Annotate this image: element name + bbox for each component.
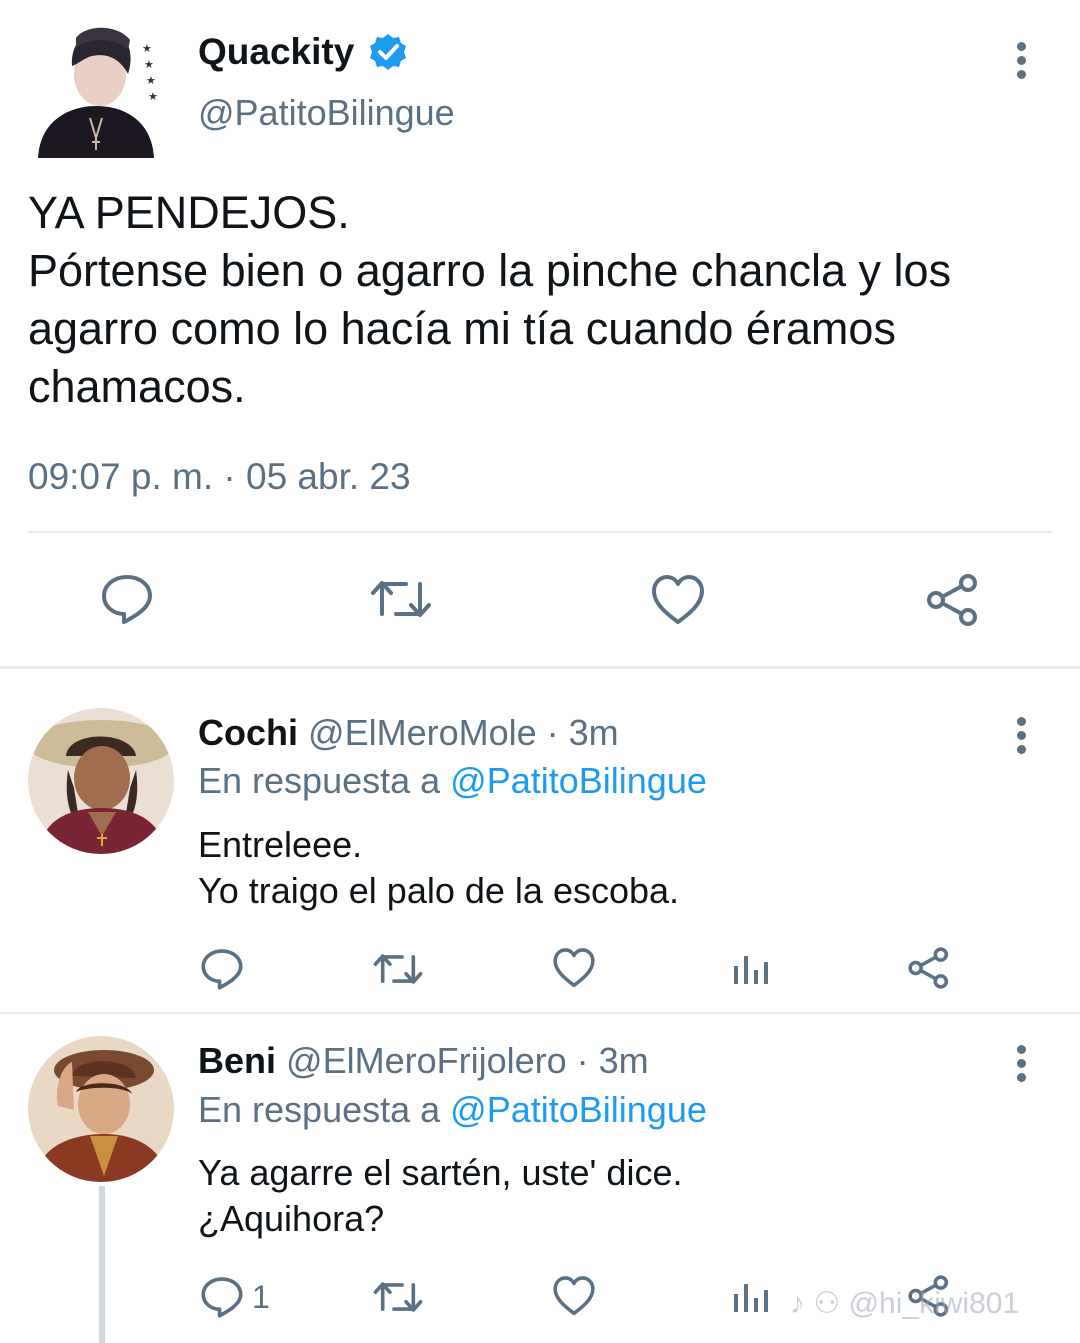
user-icon: ⚇ — [813, 1287, 841, 1320]
thread-line — [99, 1186, 105, 1343]
retweet-icon[interactable] — [373, 948, 423, 990]
tiktok-logo-icon: ♪ — [790, 1287, 805, 1320]
author-row: Cochi @ElMeroMole · 3m — [198, 712, 619, 754]
share-icon[interactable] — [924, 572, 982, 628]
tweet-text-line: Entreleee. — [198, 824, 363, 865]
divider — [0, 666, 1080, 669]
tweet-text-line: chamacos. — [28, 361, 246, 412]
share-icon[interactable] — [906, 946, 952, 990]
reply-context: En respuesta a @PatitoBilingue — [198, 760, 707, 802]
more-options-icon[interactable] — [1015, 42, 1027, 90]
reply-icon[interactable] — [100, 572, 154, 626]
mention-link[interactable]: @PatitoBilingue — [450, 1089, 707, 1130]
tweet-text-line: Ya agarre el sartén, uste' dice. — [198, 1152, 683, 1193]
tweet-text-line: YA PENDEJOS. — [28, 187, 350, 238]
like-icon[interactable] — [650, 574, 706, 626]
display-name[interactable]: Quackity — [198, 31, 354, 73]
like-icon[interactable] — [552, 947, 596, 989]
reply-context-label: En respuesta a — [198, 1089, 441, 1130]
relative-time[interactable]: · 3m — [547, 712, 619, 753]
reply-icon — [200, 1275, 244, 1319]
handle[interactable]: @PatitoBilingue — [198, 92, 455, 134]
divider — [0, 1012, 1080, 1014]
svg-text:★: ★ — [144, 58, 154, 71]
more-options-icon[interactable] — [1015, 717, 1027, 765]
avatar[interactable] — [28, 708, 174, 854]
display-name[interactable]: Beni — [198, 1040, 276, 1081]
retweet-icon[interactable] — [373, 1276, 423, 1318]
tweet-text: YA PENDEJOS. Pórtense bien o agarro la p… — [28, 184, 1068, 416]
svg-text:★: ★ — [142, 42, 152, 55]
watermark-handle: @hi_kiwi801 — [848, 1287, 1020, 1320]
svg-text:★: ★ — [146, 74, 156, 87]
tweet-text-line: Yo traigo el palo de la escoba. — [198, 870, 680, 911]
reply-context: En respuesta a @PatitoBilingue — [198, 1089, 707, 1131]
avatar[interactable] — [28, 1036, 174, 1182]
more-options-icon[interactable] — [1015, 1045, 1027, 1093]
reply-count: 1 — [252, 1278, 270, 1315]
handle[interactable]: @ElMeroMole — [308, 712, 537, 753]
tweet-text-line: ¿Aquihora? — [198, 1198, 385, 1239]
avatar[interactable]: ★ ★ ★ ★ — [30, 22, 160, 158]
reply-icon[interactable] — [200, 947, 244, 991]
retweet-icon[interactable] — [370, 574, 432, 624]
author-row: Quackity — [198, 28, 408, 76]
display-name[interactable]: Cochi — [198, 712, 298, 753]
tweet-text: Ya agarre el sartén, uste' dice. ¿Aquiho… — [198, 1150, 682, 1242]
mention-link[interactable]: @PatitoBilingue — [450, 760, 707, 801]
handle[interactable]: @ElMeroFrijolero — [286, 1040, 567, 1081]
analytics-icon[interactable] — [732, 1278, 770, 1314]
author-row: Beni @ElMeroFrijolero · 3m — [198, 1040, 649, 1082]
svg-text:★: ★ — [148, 90, 158, 103]
timestamp[interactable]: 09:07 p. m. · 05 abr. 23 — [28, 456, 411, 498]
verified-badge-icon — [368, 32, 408, 72]
relative-time[interactable]: · 3m — [577, 1040, 649, 1081]
analytics-icon[interactable] — [732, 950, 770, 986]
tweet-text-line: Pórtense bien o agarro la pinche chancla… — [28, 245, 952, 296]
reply-button[interactable]: 1 — [200, 1275, 270, 1319]
reply-context-label: En respuesta a — [198, 760, 441, 801]
like-icon[interactable] — [552, 1275, 596, 1317]
tweet-text: Entreleee. Yo traigo el palo de la escob… — [198, 822, 679, 914]
divider — [28, 531, 1052, 533]
tweet-text-line: agarro como lo hacía mi tía cuando éramo… — [28, 303, 896, 354]
tiktok-watermark: ♪ ⚇ @hi_kiwi801 — [790, 1286, 1019, 1321]
